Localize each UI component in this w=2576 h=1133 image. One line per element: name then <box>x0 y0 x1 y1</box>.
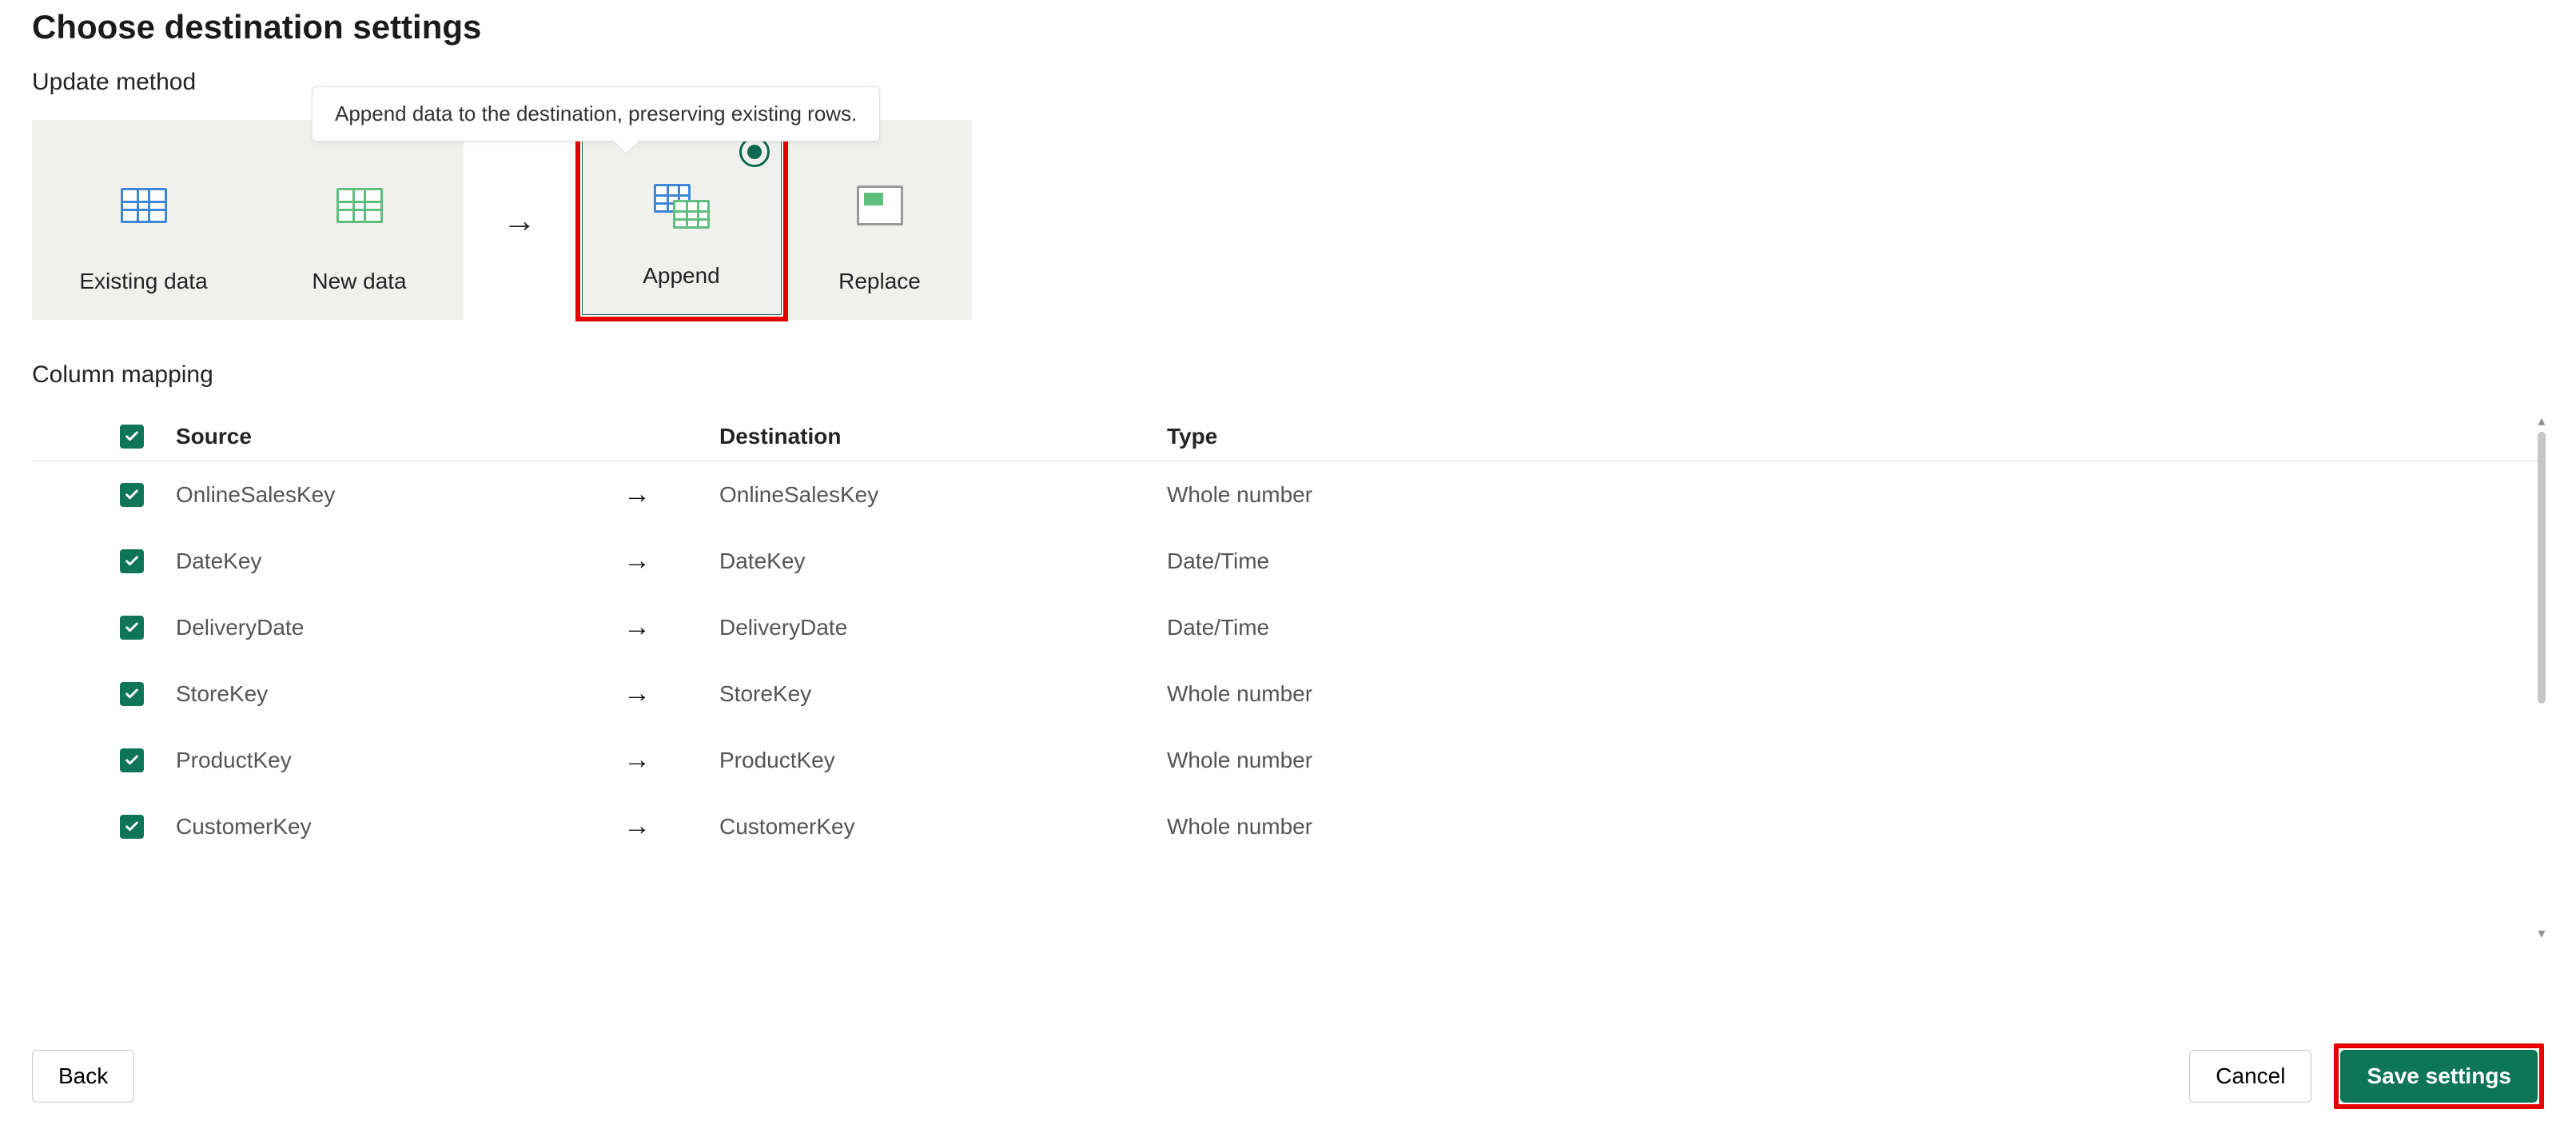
arrow-right-icon: → <box>623 545 719 576</box>
source-cell: StoreKey <box>176 681 623 707</box>
append-icon <box>654 184 710 229</box>
type-cell: Whole number <box>1167 482 1614 508</box>
mapping-row: OnlineSalesKey→OnlineSalesKeyWhole numbe… <box>32 461 2528 528</box>
existing-data-card: Existing data <box>32 120 256 320</box>
arrow-right-icon: → <box>623 811 719 842</box>
check-icon <box>124 429 140 445</box>
destination-cell: DateKey <box>719 549 1167 574</box>
source-cell: CustomerKey <box>176 814 623 840</box>
append-label: Append <box>643 263 720 289</box>
scroll-thumb[interactable] <box>2538 432 2546 704</box>
new-data-label: New data <box>312 269 406 294</box>
destination-cell: CustomerKey <box>719 814 1167 840</box>
row-checkbox[interactable] <box>120 748 144 772</box>
scrollbar[interactable]: ▴ ▾ <box>2536 413 2547 941</box>
mapping-row: CustomerKey→CustomerKeyWhole number <box>32 793 2528 860</box>
source-cell: DeliveryDate <box>176 615 623 640</box>
mapping-row: DeliveryDate→DeliveryDateDate/Time <box>32 594 2528 660</box>
arrow-right-icon: → <box>623 479 719 510</box>
table-icon <box>336 188 383 223</box>
page-title: Choose destination settings <box>32 8 2544 46</box>
check-icon <box>124 686 140 702</box>
header-source: Source <box>176 424 623 449</box>
source-cell: ProductKey <box>176 748 623 773</box>
footer: Back Cancel Save settings <box>32 1043 2544 1109</box>
destination-cell: DeliveryDate <box>719 615 1167 640</box>
type-cell: Date/Time <box>1167 615 1614 640</box>
check-icon <box>124 819 140 835</box>
source-cards-group: Existing data New data <box>32 120 464 321</box>
append-option[interactable]: Append <box>582 126 782 315</box>
type-cell: Whole number <box>1167 814 1614 840</box>
arrow-right-icon: → <box>623 612 719 643</box>
destination-cell: StoreKey <box>719 681 1167 707</box>
save-settings-button[interactable]: Save settings <box>2340 1050 2538 1103</box>
source-cell: OnlineSalesKey <box>176 482 623 508</box>
check-icon <box>124 752 140 768</box>
append-tooltip: Append data to the destination, preservi… <box>312 86 880 142</box>
mapping-row: DateKey→DateKeyDate/Time <box>32 528 2528 594</box>
arrow-right-icon: → <box>623 744 719 776</box>
destination-cell: OnlineSalesKey <box>719 482 1167 508</box>
type-cell: Whole number <box>1167 748 1614 773</box>
update-method-row: Existing data New data → <box>32 120 2544 321</box>
check-icon <box>124 620 140 636</box>
column-mapping-title: Column mapping <box>32 361 2544 389</box>
header-destination: Destination <box>719 424 1167 449</box>
back-button[interactable]: Back <box>32 1050 134 1103</box>
row-checkbox[interactable] <box>120 616 144 640</box>
arrow-right-icon: → <box>623 678 719 709</box>
check-icon <box>124 553 140 569</box>
scroll-up-icon[interactable]: ▴ <box>2536 413 2547 429</box>
method-cards-group: Append Replace <box>575 120 972 321</box>
mapping-rows-container[interactable]: OnlineSalesKey→OnlineSalesKeyWhole numbe… <box>32 461 2544 941</box>
type-cell: Whole number <box>1167 681 1614 707</box>
row-checkbox[interactable] <box>120 483 144 507</box>
destination-cell: ProductKey <box>719 748 1167 773</box>
check-icon <box>124 487 140 503</box>
new-data-card: New data <box>256 120 464 320</box>
replace-option[interactable]: Replace <box>788 120 972 320</box>
row-checkbox[interactable] <box>120 815 144 839</box>
append-highlight: Append <box>575 120 788 321</box>
save-highlight: Save settings <box>2334 1043 2544 1109</box>
header-type: Type <box>1167 424 1614 449</box>
cancel-button[interactable]: Cancel <box>2189 1050 2311 1103</box>
append-tooltip-text: Append data to the destination, preservi… <box>335 102 857 126</box>
replace-label: Replace <box>838 269 921 294</box>
row-checkbox[interactable] <box>120 549 144 573</box>
replace-icon <box>857 186 903 225</box>
table-icon <box>121 188 167 223</box>
mapping-header-row: Source Destination Type <box>32 413 2544 461</box>
mapping-row: StoreKey→StoreKeyWhole number <box>32 660 2528 727</box>
type-cell: Date/Time <box>1167 549 1614 574</box>
mapping-row: ProductKey→ProductKeyWhole number <box>32 727 2528 793</box>
arrow-right-icon: → <box>464 120 575 321</box>
row-checkbox[interactable] <box>120 682 144 706</box>
source-cell: DateKey <box>176 549 623 574</box>
select-all-checkbox[interactable] <box>120 425 144 449</box>
column-mapping-area: Source Destination Type OnlineSalesKey→O… <box>32 413 2544 941</box>
scroll-down-icon[interactable]: ▾ <box>2536 925 2547 941</box>
existing-data-label: Existing data <box>79 269 207 294</box>
